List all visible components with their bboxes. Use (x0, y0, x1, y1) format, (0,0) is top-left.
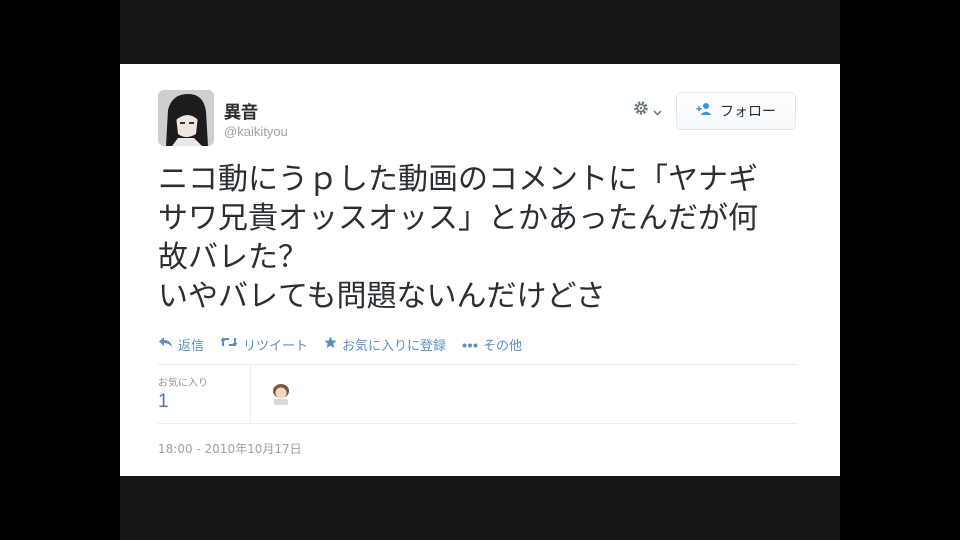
retweet-action[interactable]: リツイート (220, 335, 308, 354)
profile-avatar[interactable] (158, 90, 214, 146)
tweet-actions: 返信 リツイート お気に入りに登録 その他 (158, 334, 522, 354)
letterbox-top (120, 0, 840, 64)
more-dots-icon (462, 337, 478, 352)
more-label: その他 (483, 338, 523, 354)
tweet-timestamp[interactable]: 18:00 - 2010年10月17日 (158, 440, 302, 457)
favorites-label: お気に入り (158, 378, 208, 389)
user-handle[interactable]: @kaikityou (224, 124, 288, 139)
chevron-down-icon (653, 101, 662, 120)
tweet-card: 異音 @kaikityou フォロー ニコ動にうｐした動画のコメントに「ヤナギ … (120, 64, 840, 476)
settings-dropdown[interactable] (632, 98, 674, 122)
reply-label: 返信 (178, 338, 205, 354)
favoriter-avatar[interactable] (268, 381, 294, 407)
tweet-stats: お気に入り 1 (158, 364, 798, 424)
retweet-icon (220, 336, 238, 352)
letterbox-bottom (120, 476, 840, 540)
tweet-text: ニコ動にうｐした動画のコメントに「ヤナギ サワ兄貴オッスオッス」とかあったんだが… (158, 162, 758, 314)
letterbox-left (0, 0, 120, 540)
favorites-count: 1 (158, 391, 169, 412)
reply-action[interactable]: 返信 (158, 335, 204, 354)
follow-button[interactable]: フォロー (676, 92, 796, 130)
retweet-label: リツイート (243, 338, 309, 354)
favorites-stat[interactable]: お気に入り 1 (158, 365, 251, 423)
star-icon (324, 336, 337, 353)
favorite-action[interactable]: お気に入りに登録 (324, 335, 446, 354)
display-name[interactable]: 異音 (224, 98, 258, 123)
favorite-label: お気に入りに登録 (342, 338, 447, 354)
reply-arrow-icon (158, 336, 173, 352)
gear-icon (632, 99, 650, 121)
letterbox-right (840, 0, 960, 540)
more-action[interactable]: その他 (462, 335, 522, 354)
follow-label: フォロー (720, 104, 776, 120)
user-plus-icon (696, 102, 714, 120)
